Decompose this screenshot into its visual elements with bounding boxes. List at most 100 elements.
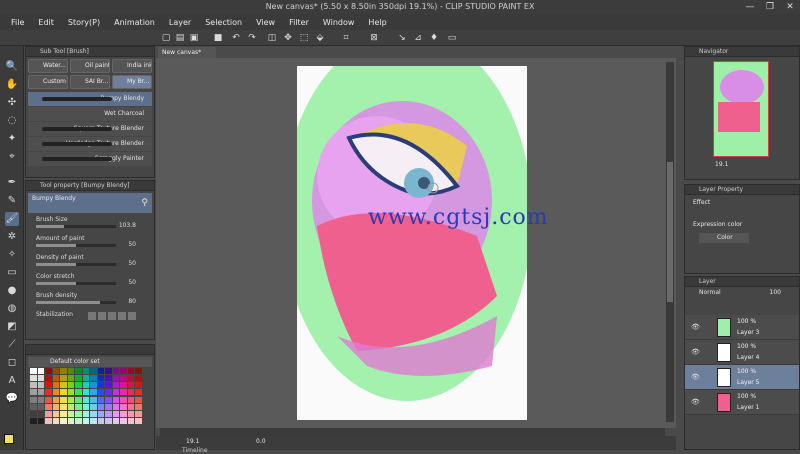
color-swatch[interactable] — [120, 389, 127, 396]
vertical-scrollbar[interactable] — [666, 62, 674, 422]
brush-item[interactable]: Scraggly Painter — [28, 152, 152, 166]
color-swatch[interactable] — [112, 410, 120, 417]
brush-density-row[interactable]: Brush density 80 — [26, 291, 154, 310]
color-swatch[interactable] — [97, 375, 105, 382]
eyedropper-icon[interactable]: ⌖ — [5, 150, 19, 164]
color-swatch[interactable] — [60, 382, 67, 389]
figure-icon[interactable]: ⟋ — [5, 338, 19, 352]
undo-icon[interactable]: ↶ — [230, 32, 242, 44]
redo-icon[interactable]: ↷ — [246, 32, 258, 44]
color-swatch[interactable] — [52, 410, 60, 417]
minimize-button[interactable]: — — [740, 0, 760, 14]
menu-view[interactable]: View — [256, 18, 275, 27]
color-swatch[interactable] — [112, 382, 120, 389]
color-swatch[interactable] — [97, 403, 105, 410]
layer-row[interactable]: 👁 100 % Layer 3 — [685, 315, 799, 340]
color-swatches[interactable] — [30, 368, 142, 424]
subtool-tab-custom[interactable]: Custom — [28, 75, 68, 89]
color-swatch[interactable] — [135, 410, 142, 417]
ruler-icon[interactable]: ⊠ — [368, 32, 380, 44]
subtool-tab-india-ink[interactable]: India ink — [112, 59, 152, 73]
color-swatch[interactable] — [127, 382, 135, 389]
brush-item[interactable]: Square Texture Blender — [28, 122, 152, 136]
subtool-tab-oil[interactable]: Oil paint — [70, 59, 110, 73]
color-swatch[interactable] — [30, 403, 37, 410]
color-swatch[interactable] — [120, 410, 127, 417]
brush-size-row[interactable]: Brush Size 103.8 — [26, 215, 154, 234]
search-icon[interactable]: ⚲ — [141, 198, 148, 208]
color-swatch[interactable] — [60, 396, 67, 403]
color-swatch[interactable] — [127, 375, 135, 382]
color-swatch[interactable] — [127, 389, 135, 396]
color-swatch[interactable] — [82, 389, 90, 396]
color-swatch[interactable] — [75, 403, 82, 410]
move-icon[interactable]: ✣ — [5, 96, 19, 110]
color-swatch[interactable] — [97, 389, 105, 396]
clear-icon[interactable]: ◫ — [266, 32, 278, 44]
eye-icon[interactable]: 👁 — [691, 348, 700, 356]
color-swatch[interactable] — [90, 368, 97, 374]
eraser-icon[interactable]: ▭ — [5, 266, 19, 280]
color-swatch[interactable] — [52, 368, 60, 374]
color-swatch[interactable] — [45, 417, 52, 424]
color-swatch[interactable] — [37, 403, 45, 410]
menu-edit[interactable]: Edit — [38, 18, 54, 27]
pencil-icon[interactable]: ✎ — [5, 194, 19, 208]
maximize-button[interactable]: ❐ — [760, 0, 780, 14]
color-swatch[interactable] — [127, 396, 135, 403]
layer-row[interactable]: 👁 100 % Layer 1 — [685, 390, 799, 415]
fill-bucket-icon[interactable]: ◍ — [5, 302, 19, 316]
color-swatch[interactable] — [30, 410, 37, 417]
color-swatch[interactable] — [67, 368, 75, 374]
color-stretch-slider[interactable] — [36, 282, 116, 285]
color-swatch[interactable] — [52, 403, 60, 410]
color-swatch[interactable] — [120, 417, 127, 424]
color-swatch[interactable] — [45, 410, 52, 417]
color-swatch[interactable] — [82, 410, 90, 417]
color-set-dropdown[interactable]: Default color set — [28, 357, 152, 367]
color-swatch[interactable] — [60, 417, 67, 424]
color-swatch[interactable] — [97, 368, 105, 374]
color-swatch[interactable] — [127, 417, 135, 424]
color-swatch[interactable] — [97, 396, 105, 403]
hand-icon[interactable]: ✋ — [5, 78, 19, 92]
color-swatch[interactable] — [60, 375, 67, 382]
color-swatch[interactable] — [30, 375, 37, 382]
color-swatch[interactable] — [37, 382, 45, 389]
color-swatch[interactable] — [120, 368, 127, 374]
blend-mode-select[interactable]: Normal — [699, 289, 721, 296]
color-swatch[interactable] — [82, 417, 90, 424]
color-swatch[interactable] — [135, 375, 142, 382]
eye-icon[interactable]: 👁 — [691, 373, 700, 381]
color-swatch[interactable] — [105, 382, 112, 389]
color-swatch[interactable] — [90, 417, 97, 424]
color-swatch[interactable] — [105, 375, 112, 382]
brush-density-slider[interactable] — [36, 301, 116, 304]
open-file-icon[interactable]: ▤ — [174, 32, 186, 44]
layer-row[interactable]: 👁 100 % Layer 4 — [685, 340, 799, 365]
color-swatch[interactable] — [97, 382, 105, 389]
color-swatch[interactable] — [60, 368, 67, 374]
pen-icon[interactable]: ✒ — [5, 176, 19, 190]
color-swatch[interactable] — [120, 382, 127, 389]
decoration-icon[interactable]: ✧ — [5, 248, 19, 262]
color-swatch[interactable] — [105, 368, 112, 374]
color-swatch[interactable] — [52, 375, 60, 382]
color-swatch[interactable] — [112, 389, 120, 396]
crop-icon[interactable]: ⌗ — [340, 32, 352, 44]
color-swatch[interactable] — [82, 382, 90, 389]
color-swatch[interactable] — [135, 382, 142, 389]
frame-icon[interactable]: ◻ — [5, 356, 19, 370]
color-swatch[interactable] — [75, 410, 82, 417]
color-swatch[interactable] — [82, 375, 90, 382]
color-swatch[interactable] — [45, 389, 52, 396]
color-swatch[interactable] — [67, 410, 75, 417]
color-swatch[interactable] — [105, 403, 112, 410]
navigator-preview[interactable] — [713, 61, 769, 157]
color-swatch[interactable] — [90, 375, 97, 382]
color-swatch[interactable] — [75, 396, 82, 403]
balloon-icon[interactable]: 💬 — [5, 392, 19, 406]
color-swatch[interactable] — [82, 403, 90, 410]
color-swatch[interactable] — [75, 382, 82, 389]
color-swatch[interactable] — [90, 396, 97, 403]
